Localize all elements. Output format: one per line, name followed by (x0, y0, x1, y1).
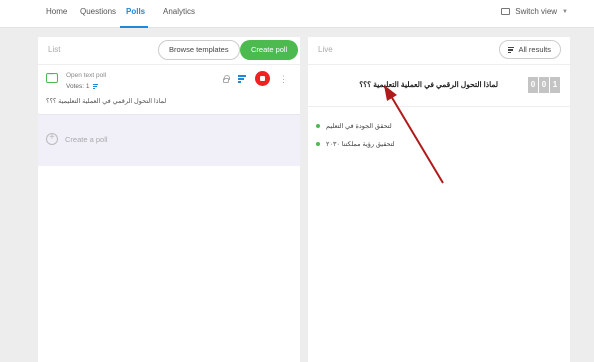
divider (308, 106, 570, 107)
tab-home[interactable]: Home (46, 7, 67, 16)
poll-votes-label: Votes: 1 (66, 83, 90, 90)
more-options-icon[interactable]: ⋮ (279, 74, 288, 83)
results-icon[interactable] (238, 74, 246, 83)
chevron-down-icon: ▼ (562, 8, 568, 15)
response-item: لتحقيق رؤية مملكتنا ٢٠٣٠ (316, 140, 395, 148)
top-nav-bar: Home Questions Polls Analytics Switch vi… (0, 0, 594, 28)
all-results-label: All results (518, 45, 551, 54)
tab-polls[interactable]: Polls (126, 7, 145, 16)
active-tab-indicator (120, 26, 148, 28)
counter-digit: 0 (539, 77, 549, 93)
live-panel-title: Live (318, 45, 333, 54)
create-poll-button[interactable]: Create poll (240, 40, 299, 60)
poll-votes: Votes: 1 (66, 83, 98, 90)
bullet-dot (316, 142, 320, 146)
counter-digit: 0 (528, 77, 538, 93)
switch-view-button[interactable]: Switch view ▼ (501, 7, 568, 16)
poll-type-label: Open text poll (66, 72, 107, 79)
switch-view-label: Switch view (515, 7, 558, 16)
chat-bubble-icon (46, 71, 58, 83)
response-counter: 0 0 1 (528, 77, 560, 93)
bullet-dot (316, 124, 320, 128)
response-text: لتحقيق رؤية مملكتنا ٢٠٣٠ (326, 141, 395, 148)
create-poll-row[interactable]: Create a poll (38, 114, 300, 166)
browse-templates-button[interactable]: Browse templates (158, 40, 240, 60)
response-text: لتحقق الجودة في التعليم (326, 123, 392, 130)
results-bars-icon (92, 84, 98, 89)
add-icon (46, 132, 58, 145)
list-panel-title: List (48, 45, 61, 54)
response-item: لتحقق الجودة في التعليم (316, 122, 392, 130)
poll-list-item[interactable]: Open text poll Votes: 1 لماذا التحول الر… (38, 66, 300, 112)
counter-digit: 1 (550, 77, 560, 93)
create-poll-label: Create a poll (65, 135, 108, 144)
all-results-button[interactable]: All results (499, 40, 561, 59)
poll-actions: ⋮ (223, 71, 288, 86)
lock-icon[interactable] (223, 74, 230, 83)
stop-poll-button[interactable] (255, 71, 270, 86)
live-panel: Live All results لماذا التحول الرقمي في … (308, 37, 570, 362)
tab-analytics[interactable]: Analytics (163, 7, 195, 16)
tab-questions[interactable]: Questions (80, 7, 116, 16)
list-bars-icon (508, 46, 515, 53)
list-panel: List Browse templates Create poll Open t… (38, 37, 300, 362)
list-panel-header: List Browse templates Create poll (38, 37, 300, 65)
live-panel-header: Live All results (308, 37, 570, 65)
live-question: لماذا التحول الرقمي في العملية التعليمية… (359, 80, 498, 89)
poll-question: لماذا التحول الرقمي في العملية التعليمية… (46, 98, 167, 105)
monitor-icon (501, 8, 511, 15)
